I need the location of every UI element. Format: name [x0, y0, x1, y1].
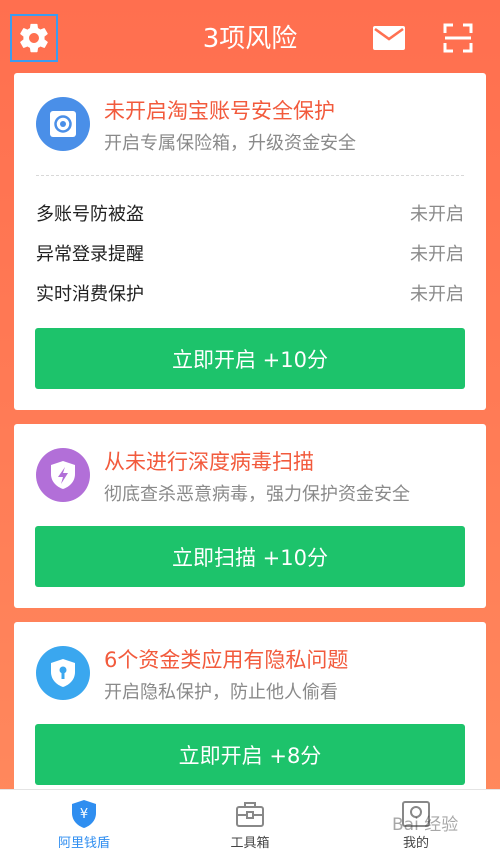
- row-label: 实时消费保护: [36, 284, 144, 305]
- top-bar: 3项风险: [0, 0, 500, 72]
- virus-shield-icon: [36, 448, 90, 502]
- risk-card-virus: 从未进行深度病毒扫描 彻底查杀恶意病毒，强力保护资金安全 立即扫描 +10分: [14, 424, 486, 608]
- svg-text:¥: ¥: [80, 807, 88, 822]
- feature-row-login-alert[interactable]: 异常登录提醒 未开启: [36, 238, 464, 268]
- gear-icon: [20, 23, 48, 53]
- messages-button[interactable]: [368, 20, 410, 56]
- yuan-shield-icon: ¥: [68, 798, 100, 830]
- tab-toolbox[interactable]: 工具箱: [190, 790, 310, 858]
- enable-account-protection-button[interactable]: 立即开启 +10分: [35, 328, 465, 389]
- card-subtitle: 开启专属保险箱，升级资金安全: [104, 133, 356, 154]
- risk-card-account: 未开启淘宝账号安全保护 开启专属保险箱，升级资金安全 多账号防被盗 未开启 异常…: [14, 73, 486, 410]
- enable-privacy-button[interactable]: 立即开启 +8分: [35, 724, 465, 785]
- card-subtitle: 开启隐私保护，防止他人偷看: [104, 682, 338, 703]
- card-title: 从未进行深度病毒扫描: [104, 450, 314, 474]
- tab-label: 阿里钱盾: [57, 836, 110, 851]
- row-label: 异常登录提醒: [36, 244, 144, 265]
- feature-row-multi-account[interactable]: 多账号防被盗 未开启: [36, 198, 464, 228]
- page-title: 3项风险: [202, 24, 298, 54]
- tab-label: 工具箱: [230, 836, 270, 851]
- watermark: Bai 经验: [392, 815, 459, 835]
- tab-aliqiandun[interactable]: ¥ 阿里钱盾: [24, 790, 144, 858]
- privacy-shield-icon: [36, 646, 90, 700]
- feature-row-payment-protect[interactable]: 实时消费保护 未开启: [36, 278, 464, 308]
- mail-icon: [373, 26, 405, 50]
- row-label: 多账号防被盗: [36, 204, 144, 225]
- scan-now-button[interactable]: 立即扫描 +10分: [35, 526, 465, 587]
- row-status: 未开启: [410, 284, 464, 305]
- toolbox-icon: [234, 798, 266, 830]
- safe-box-icon: [36, 97, 90, 151]
- card-title: 未开启淘宝账号安全保护: [104, 99, 335, 123]
- settings-button[interactable]: [10, 14, 58, 62]
- divider: [36, 175, 464, 176]
- row-status: 未开启: [410, 204, 464, 225]
- card-subtitle: 彻底查杀恶意病毒，强力保护资金安全: [104, 484, 410, 505]
- card-title: 6个资金类应用有隐私问题: [104, 648, 349, 672]
- scan-button[interactable]: [438, 18, 478, 58]
- risk-card-privacy: 6个资金类应用有隐私问题 开启隐私保护，防止他人偷看 立即开启 +8分: [14, 622, 486, 802]
- scan-icon: [443, 23, 473, 53]
- row-status: 未开启: [410, 244, 464, 265]
